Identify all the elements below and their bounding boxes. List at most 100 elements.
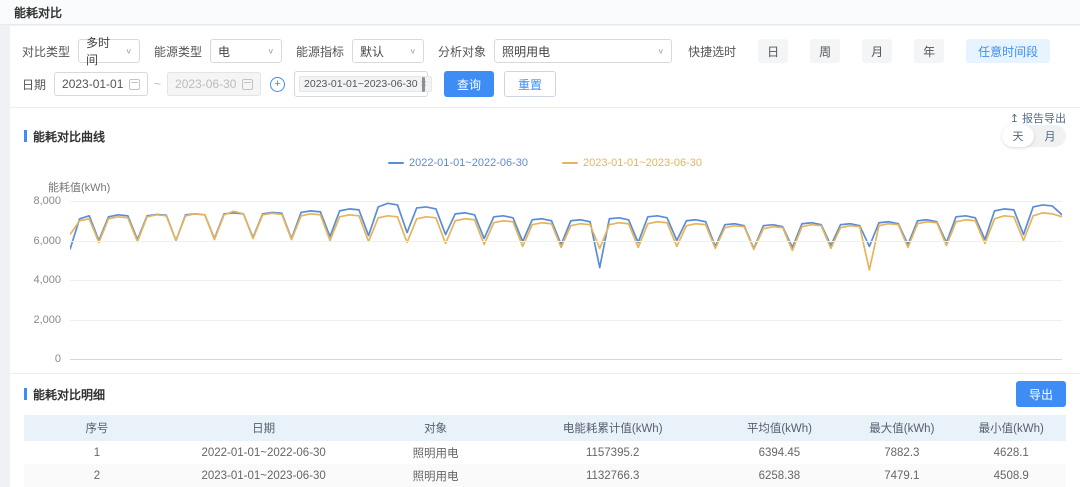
- query-button[interactable]: 查询: [444, 71, 494, 97]
- report-export-link[interactable]: ↥ 报告导出: [1010, 111, 1066, 125]
- main-panel: 对比类型 多时间 ∨ 能源类型 电 ∨ 能源指标 默认 ∨ 分析对象 照明用电 …: [10, 26, 1080, 487]
- energy-type-select[interactable]: 电 ∨: [210, 39, 282, 63]
- table-cell: 6394.45: [712, 447, 847, 459]
- table-cell: 2: [24, 470, 170, 482]
- granularity-toggle: 天 月: [1002, 125, 1066, 147]
- plot-area[interactable]: 02,0004,0006,0008,000: [70, 201, 1062, 359]
- gridline: [70, 241, 1062, 242]
- analysis-object-value: 照明用电: [502, 43, 550, 60]
- page-header: 能耗对比: [0, 0, 1080, 25]
- table-cell: 照明用电: [357, 445, 513, 461]
- table-row: 1 2022-01-01~2022-06-30 照明用电 1157395.2 6…: [24, 441, 1066, 464]
- header-cell: 平均值(kWh): [712, 420, 847, 436]
- table-cell: 2022-01-01~2022-06-30: [170, 447, 358, 459]
- table-header-row: 序号 日期 对象 电能耗累计值(kWh) 平均值(kWh) 最大值(kWh) 最…: [24, 415, 1066, 441]
- range-tag-text: 2023-01-01~2023-06-30: [304, 78, 418, 90]
- table-cell: 7882.3: [847, 447, 956, 459]
- range-tag-box: 2023-01-01~2023-06-30×: [294, 71, 428, 97]
- compare-type-label: 对比类型: [22, 43, 70, 60]
- table-cell: 2023-01-01~2023-06-30: [170, 470, 358, 482]
- toggle-day[interactable]: 天: [1002, 125, 1034, 147]
- analysis-object-select[interactable]: 照明用电 ∨: [494, 39, 672, 63]
- range-tag: 2023-01-01~2023-06-30×: [299, 76, 432, 92]
- report-export-row: ↥ 报告导出: [10, 108, 1080, 125]
- header-cell: 序号: [24, 420, 170, 436]
- chart-section-header: 能耗对比曲线 天 月: [10, 125, 1080, 147]
- start-date-value: 2023-01-01: [62, 77, 123, 91]
- y-tick-label: 0: [55, 353, 61, 365]
- table-cell: 4508.9: [957, 470, 1066, 482]
- energy-type-label: 能源类型: [154, 43, 202, 60]
- table-cell: 照明用电: [357, 468, 513, 484]
- chart-section-title-text: 能耗对比曲线: [33, 128, 105, 145]
- quick-week-button[interactable]: 周: [810, 39, 840, 63]
- analysis-object-label: 分析对象: [438, 43, 486, 60]
- end-date-value: 2023-06-30: [175, 77, 236, 91]
- section-accent-bar: [24, 130, 27, 142]
- date-range-separator: ~: [154, 77, 161, 91]
- table-cell: 6258.38: [712, 470, 847, 482]
- gridline: [70, 320, 1062, 321]
- toggle-month[interactable]: 月: [1034, 125, 1066, 147]
- table-cell: 7479.1: [847, 470, 956, 482]
- indicator-value: 默认: [360, 43, 384, 60]
- chart-section-title: 能耗对比曲线: [24, 128, 105, 145]
- tag-scrollbar[interactable]: [422, 77, 425, 92]
- quick-month-button[interactable]: 月: [862, 39, 892, 63]
- report-export-label: 报告导出: [1022, 110, 1066, 126]
- start-date-input[interactable]: 2023-01-01: [54, 72, 148, 96]
- filter-row-2: 日期 2023-01-01 ~ 2023-06-30 + 2023-01-01~…: [22, 71, 1066, 97]
- calendar-icon: [129, 79, 140, 90]
- table-cell: 1157395.2: [514, 447, 712, 459]
- header-cell: 最大值(kWh): [847, 420, 956, 436]
- header-cell: 最小值(kWh): [957, 420, 1066, 436]
- y-tick-label: 2,000: [33, 314, 61, 326]
- table-cell: 1132766.3: [514, 470, 712, 482]
- energy-type-value: 电: [218, 43, 230, 60]
- header-cell: 电能耗累计值(kWh): [514, 420, 712, 436]
- legend-item-2023[interactable]: 2023-01-01~2023-06-30: [562, 155, 702, 171]
- table-cell: 4628.1: [957, 447, 1066, 459]
- quick-year-button[interactable]: 年: [914, 39, 944, 63]
- indicator-select[interactable]: 默认 ∨: [352, 39, 424, 63]
- calendar-icon: [242, 79, 253, 90]
- gridline: [70, 201, 1062, 202]
- page-title: 能耗对比: [14, 4, 62, 21]
- legend-dash-icon: [562, 162, 578, 164]
- y-tick-label: 8,000: [33, 195, 61, 207]
- export-up-icon: ↥: [1010, 112, 1019, 125]
- legend-item-2022[interactable]: 2022-01-01~2022-06-30: [388, 155, 528, 171]
- y-tick-label: 4,000: [33, 274, 61, 286]
- date-label: 日期: [22, 76, 46, 93]
- compare-type-value: 多时间: [86, 34, 119, 68]
- filter-panel: 对比类型 多时间 ∨ 能源类型 电 ∨ 能源指标 默认 ∨ 分析对象 照明用电 …: [10, 26, 1080, 97]
- chart-legend: 2022-01-01~2022-06-30 2023-01-01~2023-06…: [10, 155, 1080, 171]
- header-cell: 对象: [357, 420, 513, 436]
- filter-row-1: 对比类型 多时间 ∨ 能源类型 电 ∨ 能源指标 默认 ∨ 分析对象 照明用电 …: [22, 38, 1066, 64]
- reset-button[interactable]: 重置: [504, 71, 556, 97]
- add-range-icon[interactable]: +: [270, 77, 285, 92]
- legend-dash-icon: [388, 162, 404, 164]
- indicator-label: 能源指标: [296, 43, 344, 60]
- detail-section-title-text: 能耗对比明细: [33, 386, 105, 403]
- end-date-input[interactable]: 2023-06-30: [167, 72, 261, 96]
- y-tick-label: 6,000: [33, 235, 61, 247]
- custom-range-button[interactable]: 任意时间段: [966, 39, 1050, 63]
- comparison-table: 序号 日期 对象 电能耗累计值(kWh) 平均值(kWh) 最大值(kWh) 最…: [24, 415, 1066, 487]
- quick-time-label: 快捷选时: [688, 43, 736, 60]
- chevron-down-icon: ∨: [267, 46, 274, 55]
- chevron-down-icon: ∨: [409, 46, 416, 55]
- y-axis-label: 能耗值(kWh): [48, 179, 1080, 193]
- header-cell: 日期: [170, 420, 358, 436]
- chevron-down-icon: ∨: [657, 46, 664, 55]
- detail-section-header: 能耗对比明细 导出: [10, 374, 1080, 406]
- compare-type-select[interactable]: 多时间 ∨: [78, 39, 140, 63]
- gridline: [70, 280, 1062, 281]
- section-accent-bar: [24, 388, 27, 400]
- gridline: [70, 359, 1062, 360]
- legend-label: 2023-01-01~2023-06-30: [583, 157, 702, 169]
- quick-day-button[interactable]: 日: [758, 39, 788, 63]
- export-button[interactable]: 导出: [1016, 381, 1066, 407]
- detail-section-title: 能耗对比明细: [24, 386, 105, 403]
- table-row: 2 2023-01-01~2023-06-30 照明用电 1132766.3 6…: [24, 464, 1066, 487]
